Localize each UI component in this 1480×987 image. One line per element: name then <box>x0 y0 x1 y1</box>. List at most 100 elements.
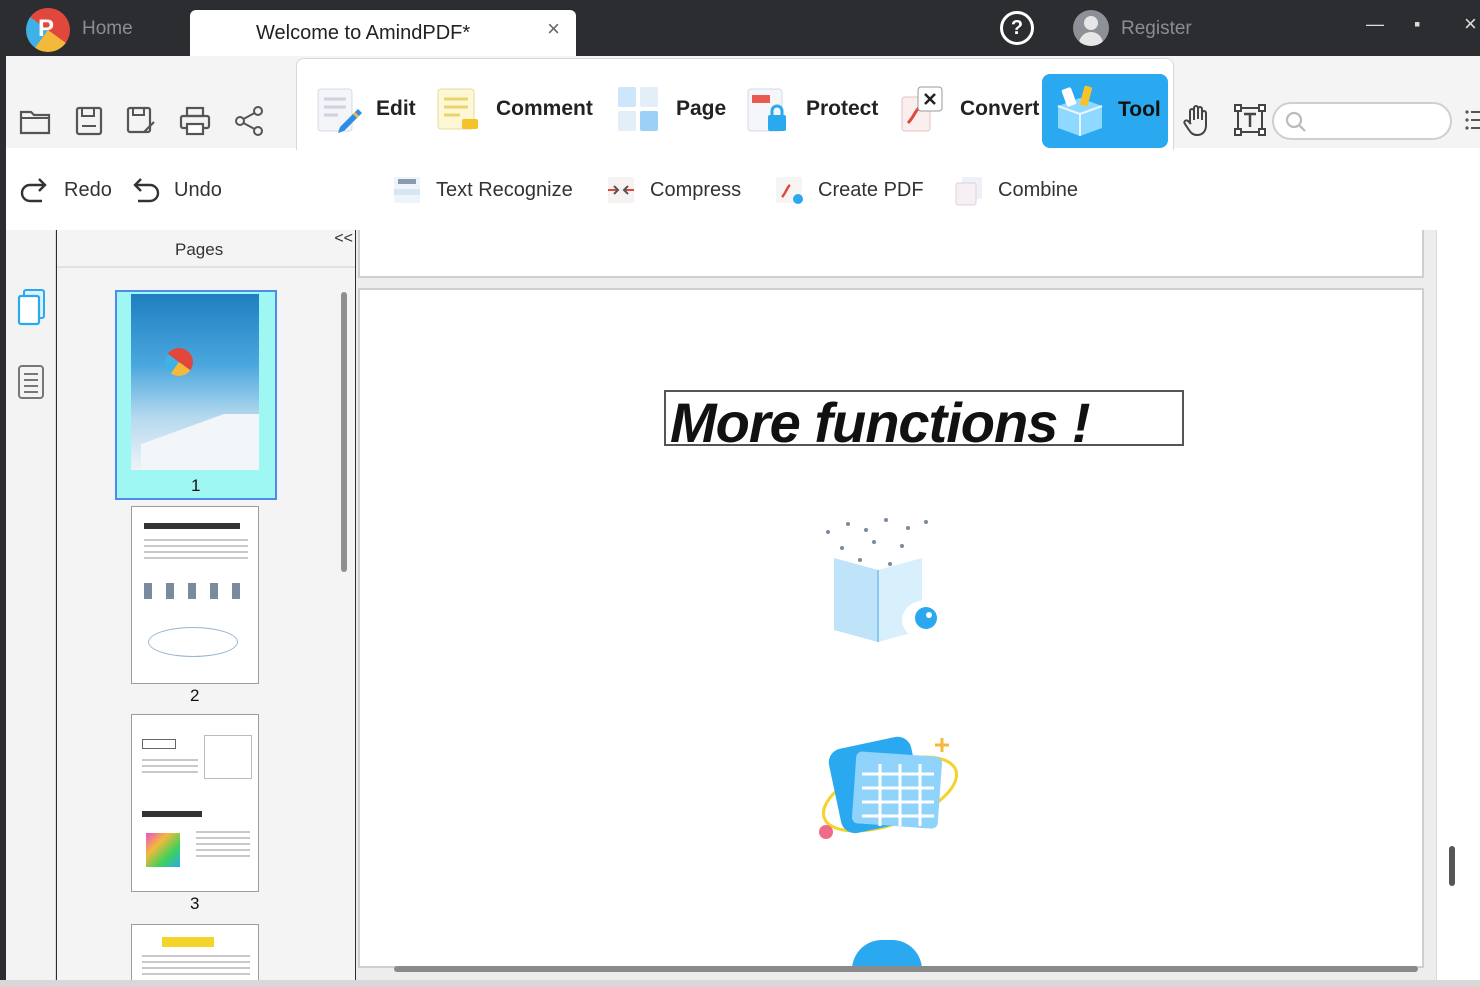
thumbnail-label-box <box>142 739 176 749</box>
minimize-icon[interactable]: — <box>1366 14 1384 35</box>
thumbnail-number: 1 <box>191 476 201 495</box>
more-menu-icon[interactable] <box>1464 106 1480 134</box>
tool-icon <box>1057 85 1103 136</box>
search-input[interactable] <box>1272 102 1452 140</box>
help-icon[interactable]: ? <box>1000 11 1034 45</box>
previous-page-edge <box>358 230 1424 278</box>
thumbnail-text-lines <box>142 759 198 777</box>
thumbnail-page-4[interactable] <box>131 924 259 980</box>
comment-icon <box>437 88 478 130</box>
thumbnail-color-picker <box>146 833 180 867</box>
undo-button[interactable]: Undo <box>128 166 222 214</box>
document-area: More functions ! <box>356 230 1436 980</box>
table-illustration-icon <box>819 736 959 839</box>
save-as-icon[interactable] <box>124 104 158 138</box>
tab-document[interactable]: Welcome to AmindPDF* × <box>190 10 576 56</box>
protect-icon <box>747 88 786 132</box>
headline-text: More functions ! <box>670 391 1091 454</box>
thumbnail-text-lines <box>196 831 250 861</box>
create-pdf-label: Create PDF <box>818 178 924 201</box>
text-recognize-label: Text Recognize <box>436 178 573 201</box>
redo-button[interactable]: Redo <box>18 166 112 214</box>
combine-icon <box>955 177 982 206</box>
ribbon-tab-protect[interactable]: Protect <box>744 74 878 144</box>
toolbar: Edit Comment Page Protect Convert Tool R… <box>6 56 1480 230</box>
thumbnail-panel <box>204 735 252 779</box>
combine-label: Combine <box>998 178 1079 201</box>
thumbnail-number: 3 <box>190 894 200 913</box>
ribbon-tab-page-label: Page <box>676 97 727 120</box>
text-select-icon[interactable] <box>1232 102 1268 138</box>
thumbnail-logo-icon <box>165 348 193 376</box>
thumbnail-highlight <box>162 937 214 947</box>
pages-header: Pages << <box>57 230 355 268</box>
status-bar <box>0 980 1480 987</box>
create-pdf-button[interactable]: Create PDF <box>772 166 924 214</box>
hand-tool-icon[interactable] <box>1180 102 1216 138</box>
user-avatar-icon[interactable] <box>1073 10 1109 46</box>
ribbon-tab-convert-label: Convert <box>960 97 1040 120</box>
thumbnail-page-1[interactable]: 1 <box>115 290 277 500</box>
thumbnail-bar <box>142 811 202 817</box>
ribbon-tab-page[interactable]: Page <box>614 74 726 144</box>
close-window-icon[interactable]: × <box>1464 11 1477 37</box>
thumbnail-icon-row <box>144 583 240 599</box>
title-bar: Home Welcome to AmindPDF* × ? Register —… <box>0 0 1480 56</box>
left-rail <box>6 230 56 980</box>
redo-icon <box>20 178 47 203</box>
book-eye-illustration-icon <box>826 518 950 642</box>
ribbon-tab-edit-label: Edit <box>376 97 416 120</box>
undo-icon <box>133 178 160 203</box>
ribbon-tab-tool-label: Tool <box>1118 98 1161 121</box>
headline-text-box[interactable]: More functions ! <box>664 390 1184 454</box>
document-page: More functions ! <box>358 288 1424 970</box>
thumbnail-dune-shape <box>141 414 259 470</box>
compress-icon <box>608 177 634 203</box>
compress-label: Compress <box>650 178 742 201</box>
text-recognize-button[interactable]: Text Recognize <box>390 166 573 214</box>
redo-label: Redo <box>64 178 112 201</box>
horizontal-scrollbar[interactable] <box>394 966 1418 972</box>
thumbnail-text-lines <box>142 955 250 975</box>
open-folder-icon[interactable] <box>18 104 52 138</box>
pages-scrollbar[interactable] <box>341 292 347 572</box>
ribbon-tab-protect-label: Protect <box>806 97 879 120</box>
ribbon-tab-comment[interactable]: Comment <box>434 74 593 144</box>
print-icon[interactable] <box>178 104 212 138</box>
thumbnail-page-1-image <box>131 294 259 470</box>
edit-icon <box>317 88 362 133</box>
search-icon <box>1285 111 1306 132</box>
thumbnail-page-2[interactable] <box>131 506 259 684</box>
convert-icon <box>901 86 943 132</box>
compress-button[interactable]: Compress <box>604 166 741 214</box>
thumbnail-diagram <box>148 627 238 657</box>
thumbnail-heading-line <box>144 523 240 529</box>
right-panel-strip <box>1436 230 1480 980</box>
app-window: Home Welcome to AmindPDF* × ? Register —… <box>0 0 1480 987</box>
ribbon-tab-tool[interactable]: Tool <box>1042 74 1168 148</box>
combine-button[interactable]: Combine <box>952 166 1078 214</box>
tab-close-icon[interactable]: × <box>547 16 560 42</box>
save-icon[interactable] <box>72 104 106 138</box>
undo-label: Undo <box>174 178 222 201</box>
vertical-scrollbar[interactable] <box>1449 846 1455 886</box>
outline-icon[interactable] <box>16 362 48 402</box>
page-thumbnails-icon[interactable] <box>16 288 48 328</box>
pages-title: Pages <box>175 240 224 259</box>
register-link[interactable]: Register <box>1121 18 1192 40</box>
ribbon-tab-convert[interactable]: Convert <box>898 74 1039 144</box>
collapse-panel-icon[interactable]: << <box>334 230 353 248</box>
app-logo-icon <box>26 8 70 52</box>
ocr-icon <box>394 177 420 203</box>
pages-panel: Pages << 1 2 3 <box>57 230 355 980</box>
maximize-icon[interactable]: ▪ <box>1414 14 1420 35</box>
thumbnail-page-3[interactable] <box>131 714 259 892</box>
create-pdf-icon <box>776 177 803 204</box>
thumbnail-number: 2 <box>190 686 200 705</box>
ribbon-tab-edit[interactable]: Edit <box>314 74 416 144</box>
tab-document-label: Welcome to AmindPDF* <box>256 22 471 44</box>
tab-home[interactable]: Home <box>82 18 133 40</box>
page-icon <box>618 87 658 131</box>
share-icon[interactable] <box>232 104 266 138</box>
sub-toolbar: Redo Undo Text Recognize Compress Create… <box>6 166 1480 218</box>
